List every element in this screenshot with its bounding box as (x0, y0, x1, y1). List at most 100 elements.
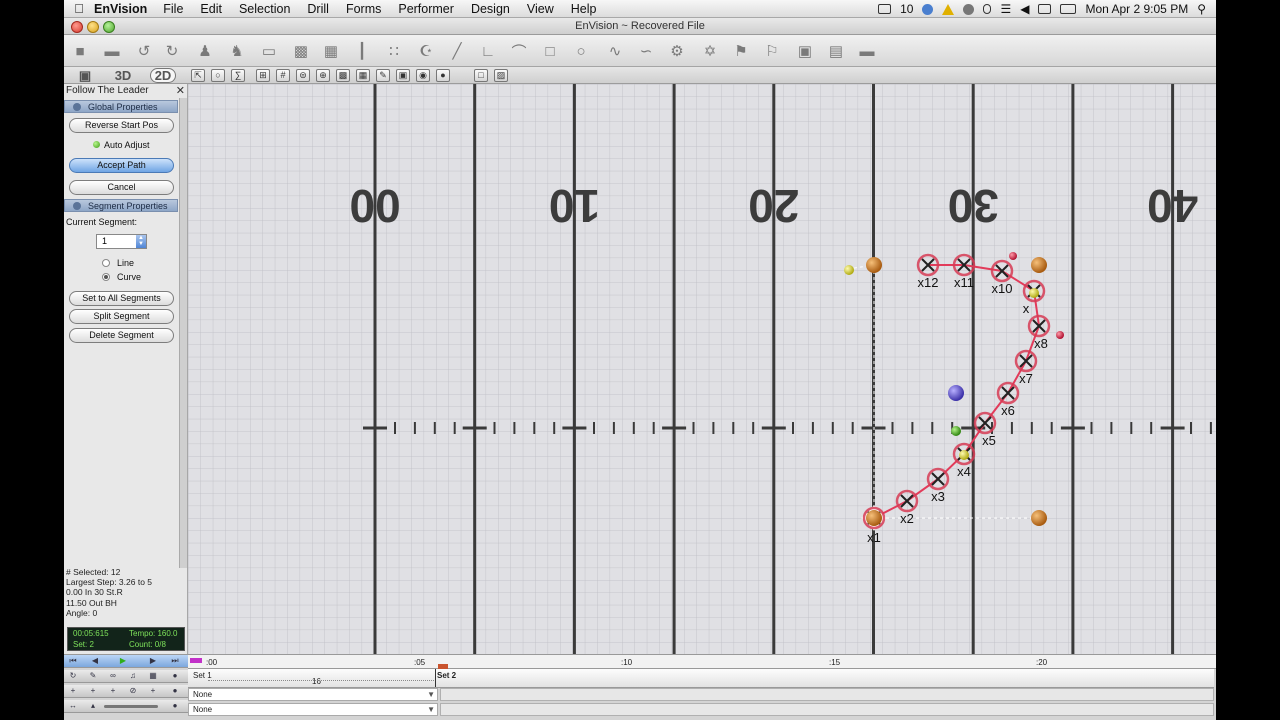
follow-leader-tool-icon[interactable]: ∽ (636, 41, 656, 61)
segment-properties-header[interactable]: Segment Properties (64, 199, 178, 212)
show-path-icon[interactable]: ▩ (336, 69, 350, 82)
line-performers-icon[interactable]: ┃ (352, 41, 372, 61)
eye-icon[interactable]: ◉ (416, 69, 430, 82)
menu-forms[interactable]: Forms (346, 2, 381, 16)
add-icon[interactable]: + (68, 686, 78, 696)
minimize-window-button[interactable] (87, 21, 99, 33)
bluetooth-icon[interactable] (983, 4, 992, 14)
status-count[interactable]: 10 (900, 2, 913, 16)
zoom-fit-icon[interactable]: ▣ (396, 69, 410, 82)
menu-app-name[interactable]: EnVision (94, 2, 147, 16)
print-icon[interactable]: ▣ (78, 67, 92, 84)
cancel-button[interactable]: Cancel (69, 180, 174, 195)
current-segment-stepper[interactable]: 1 ▲ ▼ (96, 234, 147, 249)
menu-file[interactable]: File (163, 2, 183, 16)
video-camera-icon[interactable]: ▣ (795, 41, 815, 61)
close-window-button[interactable] (71, 21, 83, 33)
pencil-icon[interactable]: ✎ (88, 671, 98, 681)
speaker-icon[interactable]: ▴ (88, 701, 98, 711)
performer-tool-icon[interactable]: ♟ (195, 41, 215, 61)
snap-grid-icon[interactable]: ⊞ (256, 69, 270, 82)
menu-view[interactable]: View (527, 2, 554, 16)
accept-path-button[interactable]: Accept Path (69, 158, 174, 173)
add-count-icon[interactable]: + (88, 686, 98, 696)
set-to-all-segments-button[interactable]: Set to All Segments (69, 291, 174, 306)
audio-track-2-select[interactable]: None ▼ (188, 703, 438, 716)
battery-icon[interactable] (1060, 4, 1077, 14)
menubar-clock[interactable]: Mon Apr 2 9:05 PM (1085, 2, 1188, 16)
wifi-icon[interactable]: ☰ (1000, 2, 1011, 16)
menu-help[interactable]: Help (571, 2, 597, 16)
grid-icon[interactable]: # (276, 69, 290, 82)
apple-menu-icon[interactable]:  (64, 1, 94, 16)
display-icon[interactable] (1038, 4, 1052, 14)
step-forward-icon[interactable]: ▶ (148, 656, 158, 666)
playhead[interactable] (435, 669, 436, 687)
menu-edit[interactable]: Edit (200, 2, 222, 16)
grid-small-icon[interactable]: ▦ (148, 671, 158, 681)
undo-icon[interactable]: ↺ (134, 41, 154, 61)
expand-icon[interactable]: ↔ (68, 701, 78, 711)
add-set-icon[interactable]: + (108, 686, 118, 696)
distribute-icon[interactable]: ⊕ (316, 69, 330, 82)
audio-track-1-select[interactable]: None ▼ (188, 688, 438, 701)
add-performer-icon[interactable]: ♞ (227, 41, 247, 61)
fast-forward-icon[interactable]: ⏭ (170, 656, 180, 666)
step-back-icon[interactable]: ◀ (90, 656, 100, 666)
link-icon[interactable]: ∞ (108, 671, 118, 681)
new-document-icon[interactable]: ■ (70, 41, 90, 61)
curve-radio[interactable] (102, 273, 110, 281)
menu-selection[interactable]: Selection (239, 2, 290, 16)
play-icon[interactable]: ▶ (118, 656, 128, 666)
delete-segment-button[interactable]: Delete Segment (69, 328, 174, 343)
volume-icon[interactable]: ◀ (1020, 2, 1029, 16)
screen-recorder-icon[interactable] (878, 4, 892, 14)
audio-track-2[interactable] (440, 703, 1214, 716)
music-icon[interactable]: ♫ (128, 671, 138, 681)
show-labels-icon[interactable]: ▦ (356, 69, 370, 82)
circle-tool-icon[interactable]: ○ (571, 41, 591, 61)
record-vol-icon[interactable]: ● (170, 701, 180, 711)
line-tool-icon[interactable]: ╱ (447, 41, 467, 61)
record-icon[interactable]: ● (436, 69, 450, 82)
delete-icon[interactable]: ⊘ (128, 686, 138, 696)
record-tiny-icon[interactable]: ● (170, 686, 180, 696)
sync-icon[interactable] (922, 3, 934, 15)
start-marker[interactable] (190, 658, 202, 663)
page-icon[interactable]: □ (474, 69, 488, 82)
select-tool-icon[interactable]: ⇱ (191, 69, 205, 82)
open-document-icon[interactable]: ▬ (102, 41, 122, 61)
time-machine-icon[interactable] (963, 3, 975, 15)
panel-scrollbar[interactable] (179, 98, 187, 568)
pen-icon[interactable]: ✎ (376, 69, 390, 82)
group-tool-icon[interactable]: ▩ (291, 41, 311, 61)
align-icon[interactable]: ⊜ (296, 69, 310, 82)
drill-field[interactable]: 00 10 20 30 40 x1 x2 x3 x4 x5 x6 x7 x8 x x10 x11 x12 (188, 84, 1216, 654)
menu-design[interactable]: Design (471, 2, 510, 16)
rotate-tool-icon[interactable]: ⚙ (667, 41, 687, 61)
rewind-icon[interactable]: ⏮ (68, 656, 78, 666)
stepper-arrows-icon[interactable]: ▲ ▼ (136, 235, 146, 248)
global-properties-header[interactable]: Global Properties (64, 100, 178, 113)
record-small-icon[interactable]: ● (170, 671, 180, 681)
warning-icon[interactable] (942, 3, 955, 15)
move-tool-icon[interactable]: ✡ (700, 41, 720, 61)
image-icon[interactable]: ▨ (494, 69, 508, 82)
polyline-tool-icon[interactable]: ∟ (478, 41, 498, 61)
headphones-icon[interactable]: ☪ (416, 41, 436, 61)
prop-tool-icon[interactable]: ⚐ (762, 41, 782, 61)
arc-tool-icon[interactable]: ⌒ (509, 41, 529, 61)
line-radio[interactable] (102, 259, 110, 267)
split-segment-button[interactable]: Split Segment (69, 309, 174, 324)
add-marker-icon[interactable]: + (148, 686, 158, 696)
redo-icon[interactable]: ↻ (162, 41, 182, 61)
rectangle-tool-icon[interactable]: □ (540, 41, 560, 61)
set-track[interactable]: Set 1 16 Set 2 (188, 669, 1214, 688)
timeline-ruler[interactable]: :00 :05 :10 :15 :20 (188, 655, 1216, 669)
view-3d-button[interactable]: 3D (112, 67, 134, 84)
label-tool-icon[interactable]: ▭ (259, 41, 279, 61)
menu-drill[interactable]: Drill (307, 2, 329, 16)
spotlight-icon[interactable]: ⚲ (1197, 2, 1206, 16)
reverse-start-pos-button[interactable]: Reverse Start Pos (69, 118, 174, 133)
audio-track-1[interactable] (440, 688, 1214, 701)
